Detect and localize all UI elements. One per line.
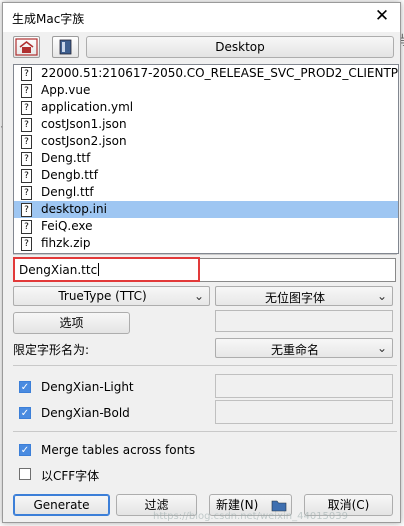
font-style-field bbox=[215, 374, 393, 398]
location-button[interactable]: Desktop bbox=[86, 36, 394, 58]
divider bbox=[13, 431, 397, 432]
unknown-file-icon: ? bbox=[21, 84, 32, 98]
file-list-item[interactable]: ? costJson1.json bbox=[14, 116, 398, 133]
file-list[interactable]: ? 22000.51:210617-2050.CO_RELEASE_SVC_PRO… bbox=[13, 64, 399, 254]
chevron-down-icon: ⌄ bbox=[376, 289, 387, 303]
bookmarks-button[interactable] bbox=[52, 36, 79, 58]
file-name: 22000.51:210617-2050.CO_RELEASE_SVC_PROD… bbox=[41, 66, 399, 80]
cff-font-label: 以CFF字体 bbox=[41, 469, 100, 483]
file-list-item[interactable]: ? desktop.ini bbox=[14, 201, 398, 218]
unknown-file-icon: ? bbox=[21, 118, 32, 132]
font-name-label: DengXian-Light bbox=[41, 380, 134, 394]
divider bbox=[13, 365, 397, 366]
options-field-disabled bbox=[215, 310, 393, 332]
unknown-file-icon: ? bbox=[21, 101, 32, 115]
divider bbox=[13, 254, 397, 255]
file-name: App.vue bbox=[41, 83, 91, 97]
file-list-item[interactable]: ? 22000.51:210617-2050.CO_RELEASE_SVC_PRO… bbox=[14, 65, 398, 82]
generate-button[interactable]: Generate bbox=[13, 494, 110, 516]
restrict-names-value: 无重命名 bbox=[270, 343, 319, 357]
title-bar[interactable]: 生成Mac字族 ✕ bbox=[3, 3, 400, 32]
unknown-file-icon: ? bbox=[21, 67, 32, 81]
home-button[interactable] bbox=[13, 36, 40, 58]
font-style-field bbox=[215, 400, 393, 424]
file-list-item[interactable]: ? fihzk.zip bbox=[14, 235, 398, 252]
options-button[interactable]: 选项 bbox=[13, 312, 130, 334]
file-list-item[interactable]: ? FeiQ.exe bbox=[14, 218, 398, 235]
generate-mac-family-dialog: 生成Mac字族 ✕ Desktop ? 22000.51:210617-2050.… bbox=[2, 2, 401, 523]
font-include-checkbox[interactable]: ✓ bbox=[19, 407, 31, 419]
file-name: application.yml bbox=[41, 100, 134, 114]
file-name: costJson2.json bbox=[41, 134, 127, 148]
unknown-file-icon: ? bbox=[21, 237, 32, 251]
unknown-file-icon: ? bbox=[21, 152, 32, 166]
file-list-item[interactable]: ? Deng.ttf bbox=[14, 150, 398, 167]
file-list-item[interactable]: ? costJson2.json bbox=[14, 133, 398, 150]
file-list-item[interactable]: ? Dengl.ttf bbox=[14, 184, 398, 201]
file-name: fihzk.zip bbox=[41, 236, 91, 250]
format-select-value: TrueType (TTC) bbox=[58, 289, 147, 303]
close-icon[interactable]: ✕ bbox=[372, 6, 392, 26]
file-list-item[interactable]: ? App.vue bbox=[14, 82, 398, 99]
unknown-file-icon: ? bbox=[21, 220, 32, 234]
highlight-annotation-box bbox=[13, 257, 200, 282]
file-name: FeiQ.exe bbox=[41, 219, 93, 233]
watermark-text: https://blog.csdn.net/weixin_44015039 bbox=[153, 511, 349, 522]
chevron-down-icon: ⌄ bbox=[376, 341, 387, 355]
file-name: Dengl.ttf bbox=[41, 185, 94, 199]
restrict-names-select[interactable]: 无重命名 ⌄ bbox=[215, 338, 393, 358]
bookmark-icon bbox=[59, 39, 72, 55]
unknown-file-icon: ? bbox=[21, 169, 32, 183]
unknown-file-icon: ? bbox=[21, 135, 32, 149]
file-name: Deng.ttf bbox=[41, 151, 91, 165]
dialog-title: 生成Mac字族 bbox=[12, 12, 85, 26]
file-list-item[interactable]: ? application.yml bbox=[14, 99, 398, 116]
new-button-label: 新建(N) bbox=[216, 498, 259, 512]
format-select[interactable]: TrueType (TTC) ⌄ bbox=[13, 286, 210, 306]
font-include-checkbox[interactable]: ✓ bbox=[19, 381, 31, 393]
bitmap-select[interactable]: 无位图字体 ⌄ bbox=[215, 286, 393, 306]
file-name: costJson1.json bbox=[41, 117, 127, 131]
bitmap-select-value: 无位图字体 bbox=[264, 291, 325, 305]
merge-tables-checkbox[interactable]: ✓ bbox=[19, 444, 31, 456]
home-icon bbox=[15, 38, 38, 56]
file-name: Dengb.ttf bbox=[41, 168, 98, 182]
font-name-label: DengXian-Bold bbox=[41, 406, 130, 420]
merge-tables-label: Merge tables across fonts bbox=[41, 443, 196, 457]
file-list-item[interactable]: ? Dengb.ttf bbox=[14, 167, 398, 184]
cff-font-checkbox[interactable] bbox=[19, 468, 31, 480]
unknown-file-icon: ? bbox=[21, 203, 32, 217]
unknown-file-icon: ? bbox=[21, 186, 32, 200]
chevron-down-icon: ⌄ bbox=[193, 289, 204, 303]
file-name: desktop.ini bbox=[41, 202, 107, 216]
restrict-names-label: 限定字形名为: bbox=[13, 343, 90, 357]
